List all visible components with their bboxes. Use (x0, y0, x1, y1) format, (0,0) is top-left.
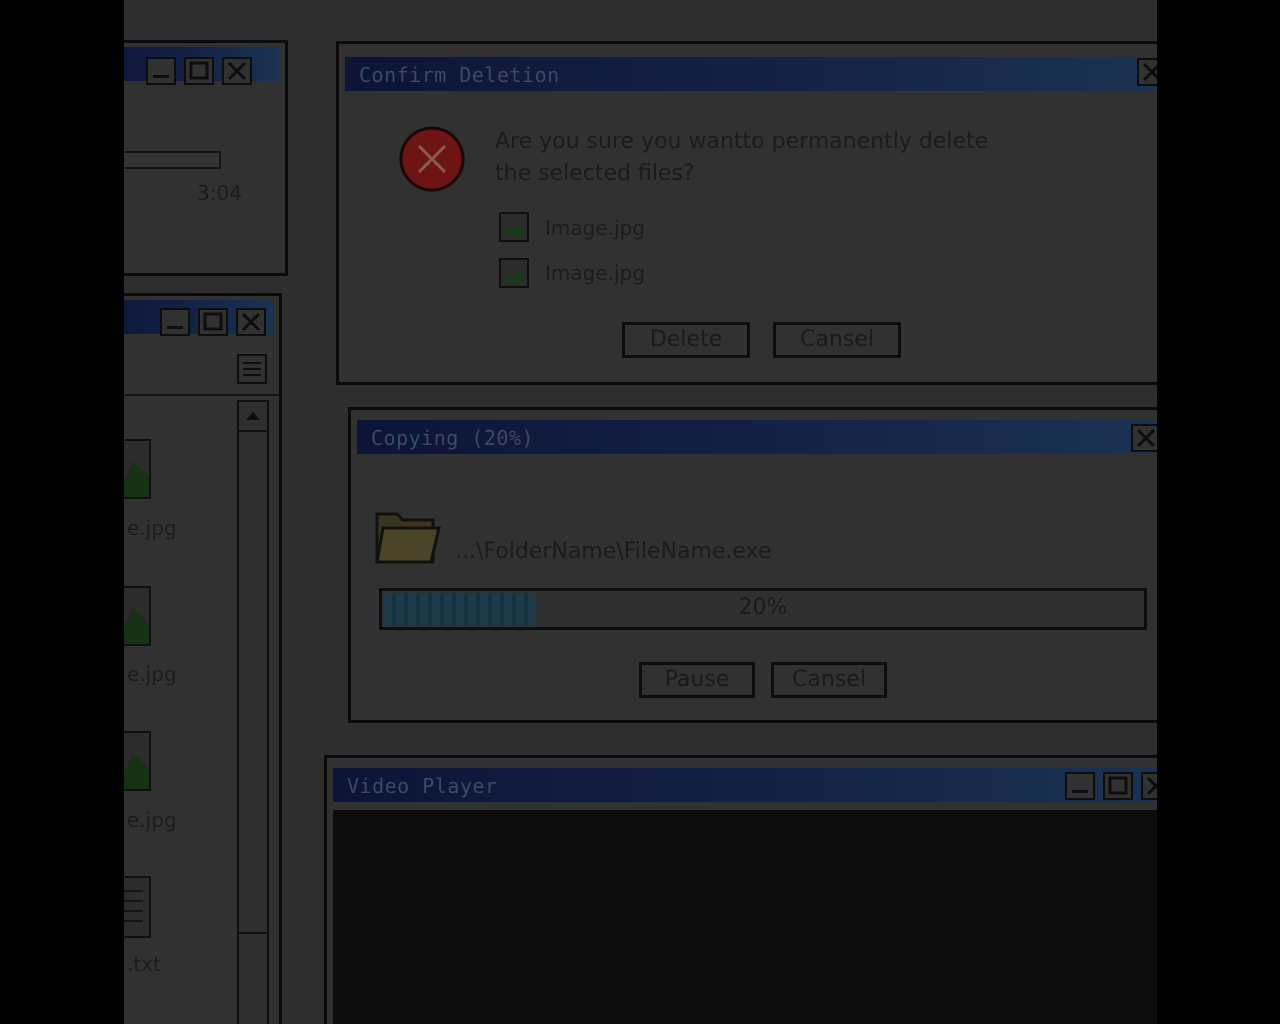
copy-progress-bar: 20% (379, 588, 1147, 630)
video-area[interactable] (333, 810, 1157, 1024)
cancel-button[interactable]: Cansel (771, 662, 887, 698)
folder-icon (375, 512, 441, 564)
minimize-button[interactable] (160, 308, 190, 336)
confirm-message-line-2: the selected files? (495, 161, 695, 186)
image-icon (499, 212, 529, 242)
file-explorer-window: e.jpg e.jpg e.jpg .txt (124, 293, 282, 1024)
minimize-icon (153, 75, 169, 78)
maximize-icon (203, 312, 223, 331)
close-icon (241, 312, 261, 332)
image-icon (124, 586, 151, 646)
close-button[interactable] (1141, 772, 1157, 800)
maximize-button[interactable] (184, 57, 214, 85)
minimize-icon (167, 326, 183, 329)
close-icon (1142, 62, 1157, 82)
media-player-window: 3:04 (124, 40, 288, 276)
scroll-up-button[interactable] (239, 402, 267, 432)
confirm-deletion-dialog: Confirm Deletion Are you sure you wantto… (336, 41, 1157, 385)
arrow-up-icon (246, 412, 260, 420)
close-icon (1136, 428, 1156, 448)
copy-path: ...\FolderName\FileName.exe (455, 539, 772, 564)
delete-button[interactable]: Delete (622, 322, 750, 358)
minimize-button[interactable] (146, 57, 176, 85)
confirm-message-line-1: Are you sure you wantto permanently dele… (495, 129, 989, 154)
pause-button[interactable]: Pause (639, 662, 755, 698)
close-button[interactable] (1137, 58, 1157, 86)
close-button[interactable] (222, 57, 252, 85)
maximize-button[interactable] (1103, 772, 1133, 800)
image-icon (124, 439, 151, 499)
maximize-icon (189, 61, 209, 80)
maximize-icon (1108, 776, 1128, 795)
minimize-button[interactable] (1065, 772, 1095, 800)
time-display: 3:04 (197, 181, 242, 205)
close-icon (1146, 776, 1157, 796)
video-player-window: Video Player (324, 755, 1157, 1024)
scrollbar[interactable] (237, 400, 269, 1024)
toolbar-divider (124, 394, 279, 396)
minimize-icon (1072, 790, 1088, 793)
dialog-title: Copying (20%) (371, 426, 535, 450)
window-title: Video Player (347, 774, 498, 798)
text-file-icon (124, 876, 151, 938)
image-icon (499, 258, 529, 288)
view-menu-button[interactable] (237, 354, 267, 384)
progress-percent: 20% (738, 595, 788, 620)
close-icon (227, 61, 247, 81)
dialog-title: Confirm Deletion (359, 63, 560, 87)
scroll-thumb[interactable] (239, 432, 267, 934)
cancel-button[interactable]: Cansel (773, 322, 901, 358)
menu-icon (243, 362, 261, 376)
error-icon (399, 126, 465, 192)
close-button[interactable] (236, 308, 266, 336)
close-button[interactable] (1131, 424, 1157, 452)
copying-dialog: Copying (20%) ...\FolderName\FileName.ex… (348, 407, 1157, 723)
desktop: 3:04 e.jpg e.jpg e.jpg .txt Confirm Dele… (124, 0, 1157, 1024)
seek-bar[interactable] (124, 151, 221, 169)
image-icon (124, 731, 151, 791)
maximize-button[interactable] (198, 308, 228, 336)
